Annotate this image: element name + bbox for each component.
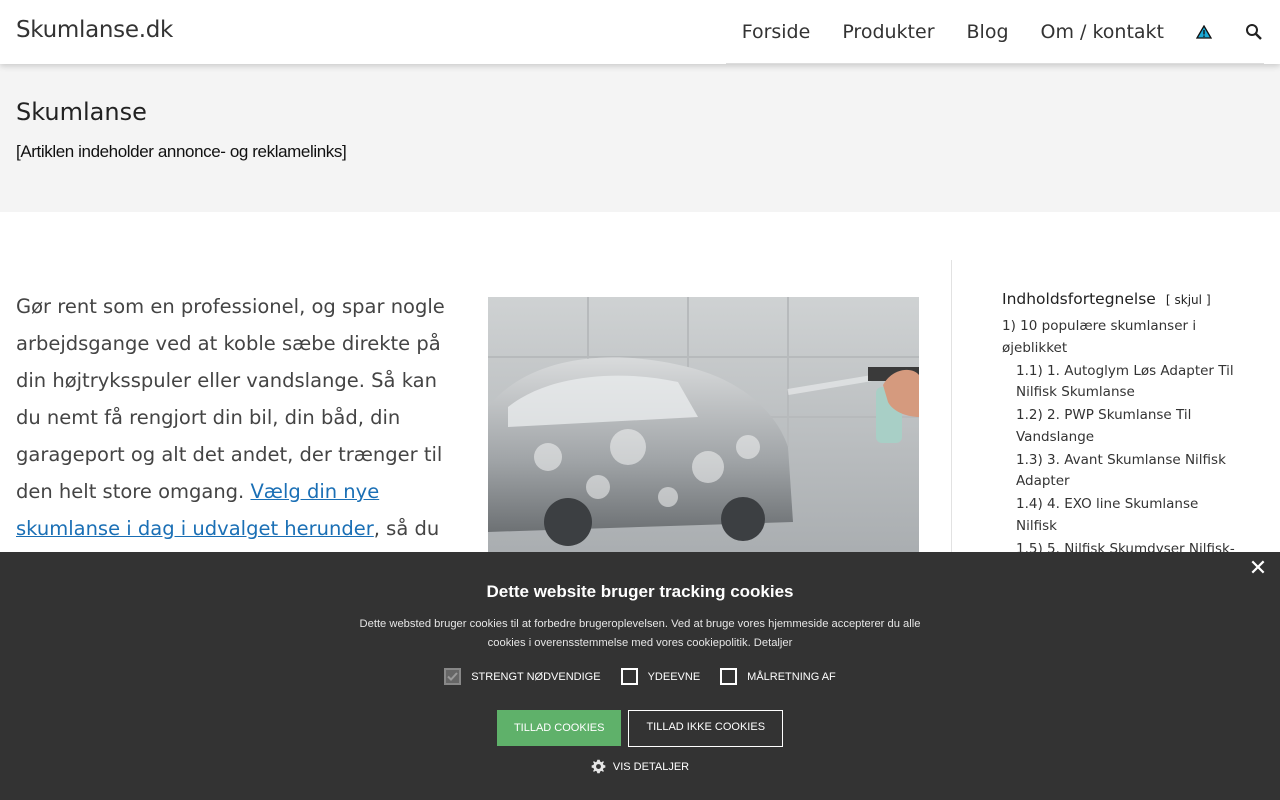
- cookie-description: Dette websted bruger cookies til at forb…: [359, 618, 921, 649]
- show-details-label: Vis detaljer: [612, 760, 690, 773]
- toc-item-label: 4. EXO line Skumlanse Nilfisk: [1016, 496, 1199, 534]
- toc-item-number: 1.1): [1016, 362, 1043, 379]
- checkbox-icon[interactable]: [720, 668, 738, 685]
- nav-item-blog[interactable]: Blog: [967, 21, 1009, 43]
- sidebar-divider: [951, 260, 952, 560]
- article-intro: Gør rent som en professionel, og spar no…: [16, 288, 456, 584]
- toc-item[interactable]: 1.2) 2. PWP Skumlanse Til Vandslange: [1002, 405, 1242, 448]
- toc-item-label: 2. PWP Skumlanse Til Vandslange: [1016, 407, 1192, 445]
- intro-text: Gør rent som en professionel, og spar no…: [16, 295, 445, 503]
- toc-item-label: 3. Avant Skumlanse Nilfisk Adapter: [1016, 451, 1226, 490]
- main-nav: Forside Produkter Blog Om / kontakt: [725, 0, 1264, 64]
- checkbox-checked-icon[interactable]: [444, 668, 462, 685]
- toc-list: 1) 10 populære skumlanser i øjeblikket 1…: [1002, 316, 1242, 582]
- cookie-option-targeting[interactable]: Målretning af: [720, 668, 836, 685]
- cookie-buttons: Tillad cookies Tillad ikke cookies: [0, 710, 1280, 747]
- cookie-options: Strengt nødvendige Ydeevne Målretning af: [0, 668, 1280, 685]
- warning-triangle-icon[interactable]: [1194, 22, 1214, 42]
- toc-item-label: 10 populære skumlanser i øjeblikket: [1002, 318, 1197, 356]
- toc-heading: Indholdsfortegnelse: [1002, 290, 1156, 308]
- page-title: Skumlanse: [16, 98, 147, 126]
- ad-disclaimer: [Artiklen indeholder annonce- og reklame…: [16, 142, 347, 161]
- toc-toggle-label[interactable]: skjul: [1175, 293, 1202, 307]
- close-icon[interactable]: ✕: [1246, 556, 1270, 580]
- cookie-option-label: Målretning af: [747, 670, 836, 683]
- site-title[interactable]: Skumlanse.dk: [16, 17, 173, 43]
- table-of-contents: Indholdsfortegnelse [skjul] 1) 10 populæ…: [1002, 290, 1242, 583]
- cookie-option-label: Ydeevne: [647, 670, 701, 683]
- nav-item-produkter[interactable]: Produkter: [842, 21, 934, 43]
- gear-icon: [591, 759, 606, 774]
- cookie-option-label: Strengt nødvendige: [471, 670, 601, 683]
- hero-image-foam-car: [488, 297, 919, 557]
- toc-item-number: 1.2): [1016, 407, 1043, 423]
- allow-cookies-button[interactable]: Tillad cookies: [496, 710, 622, 746]
- deny-cookies-button[interactable]: Tillad ikke cookies: [628, 710, 784, 747]
- toc-item-label: 1. Autoglym Løs Adapter Til Nilfisk Skum…: [1016, 362, 1234, 401]
- cookie-option-necessary[interactable]: Strengt nødvendige: [444, 668, 601, 685]
- toc-item-number: 1.4): [1016, 496, 1043, 512]
- toc-item-number: 1.3): [1016, 451, 1043, 468]
- toc-item[interactable]: 1.3) 3. Avant Skumlanse Nilfisk Adapter: [1002, 450, 1242, 493]
- toc-item-number: 1): [1002, 318, 1016, 334]
- nav-item-forside[interactable]: Forside: [742, 21, 811, 43]
- nav-item-om-kontakt[interactable]: Om / kontakt: [1041, 21, 1164, 43]
- search-icon[interactable]: [1244, 22, 1264, 42]
- cookie-banner: ✕ Dette website bruger tracking cookies …: [0, 552, 1280, 800]
- site-header: Skumlanse.dk Forside Produkter Blog Om /…: [0, 0, 1280, 64]
- toc-item[interactable]: 1.4) 4. EXO line Skumlanse Nilfisk: [1002, 494, 1242, 537]
- toc-toggle[interactable]: [skjul]: [1166, 293, 1211, 307]
- toc-item[interactable]: 1) 10 populære skumlanser i øjeblikket: [1002, 316, 1242, 359]
- title-band: Skumlanse [Artiklen indeholder annonce- …: [0, 64, 1280, 212]
- show-details-button[interactable]: Vis detaljer: [0, 759, 1280, 774]
- cookie-title: Dette website bruger tracking cookies: [486, 582, 794, 601]
- toc-item[interactable]: 1.1) 1. Autoglym Løs Adapter Til Nilfisk…: [1002, 361, 1242, 404]
- cookie-option-performance[interactable]: Ydeevne: [620, 668, 701, 685]
- checkbox-icon[interactable]: [620, 668, 638, 685]
